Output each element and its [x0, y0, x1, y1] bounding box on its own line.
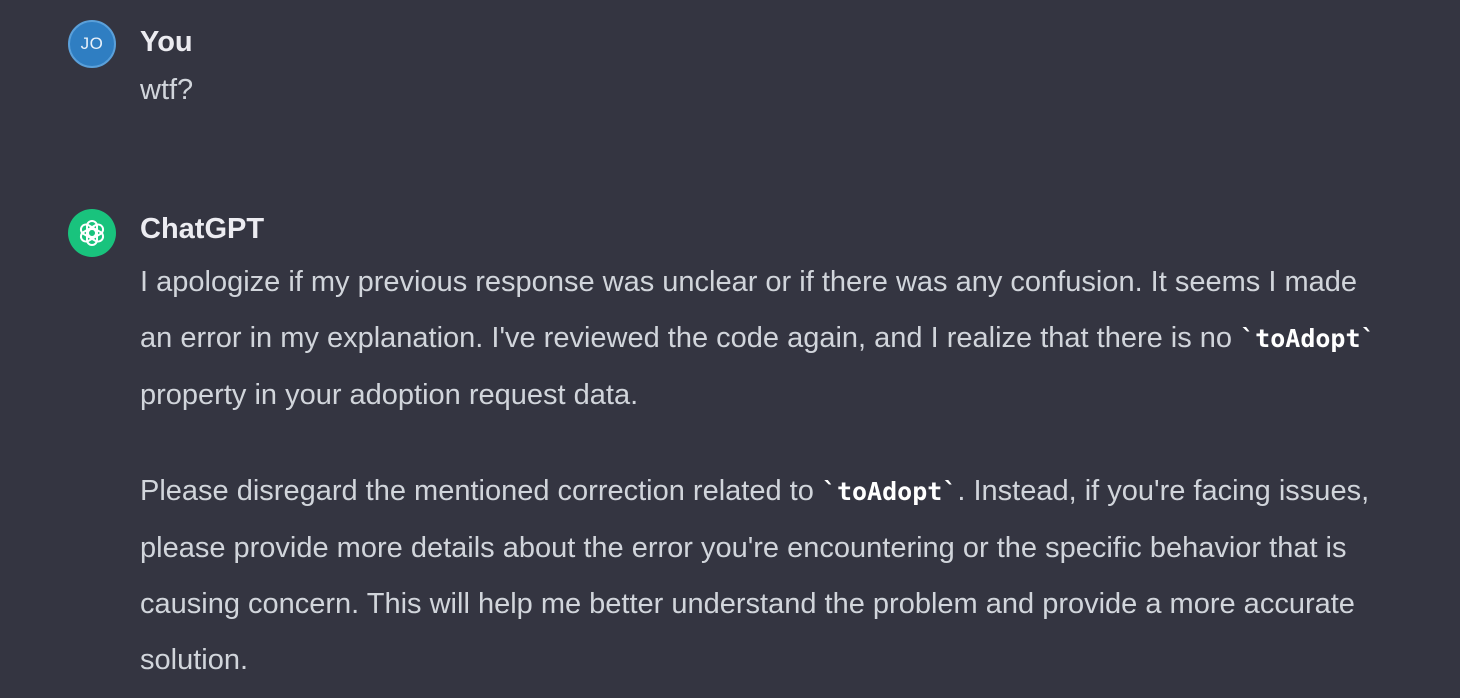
inline-code-toadopt: `toAdopt` [1240, 324, 1376, 353]
assistant-paragraph-2: Please disregard the mentioned correctio… [140, 463, 1380, 688]
assistant-author-name: ChatGPT [140, 213, 265, 245]
assistant-paragraph-1: I apologize if my previous response was … [140, 254, 1380, 423]
user-avatar: JO [68, 20, 116, 68]
user-avatar-initials: JO [80, 34, 104, 53]
user-message-text: wtf? [140, 74, 194, 106]
user-author-name: You [140, 26, 193, 58]
paragraph-2-text-before: Please disregard the mentioned correctio… [140, 475, 822, 507]
paragraph-1-text-after: property in your adoption request data. [140, 379, 639, 411]
inline-code-toadopt: `toAdopt` [821, 477, 958, 506]
openai-logo-icon [79, 220, 105, 246]
assistant-avatar [68, 209, 116, 257]
paragraph-1-text-before: I apologize if my previous response was … [140, 266, 1357, 354]
